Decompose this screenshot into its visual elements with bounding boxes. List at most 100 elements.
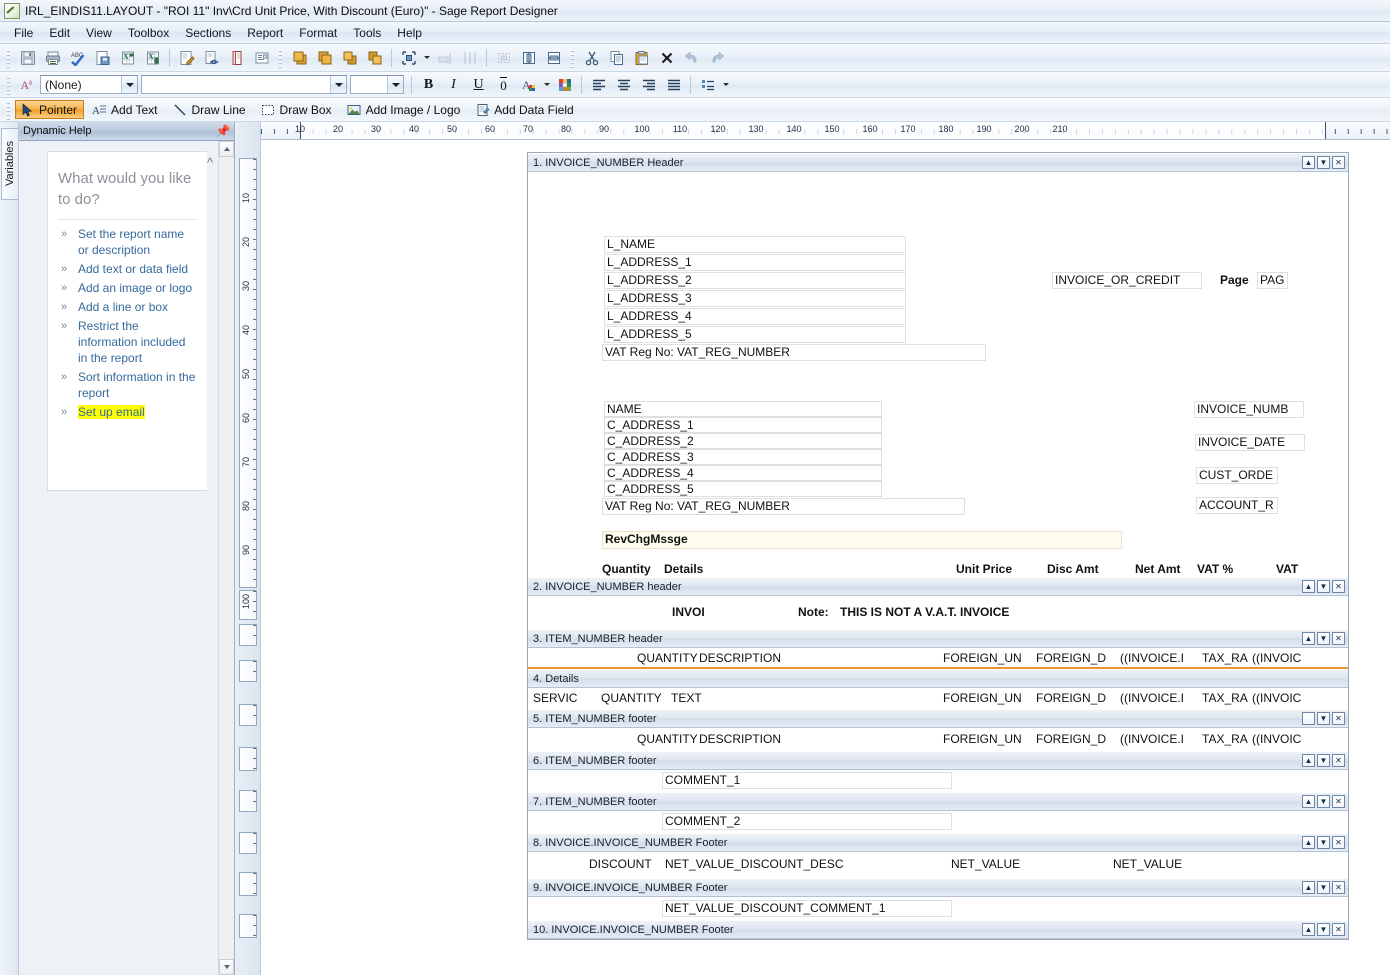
section-10-header[interactable]: 10. INVOICE.INVOICE_NUMBER Footer ▲ ▼ ✕ (528, 920, 1348, 939)
align-button[interactable] (433, 47, 456, 69)
field-c-address-5[interactable]: C_ADDRESS_5 (604, 481, 882, 497)
underline-button[interactable]: U (467, 74, 490, 96)
save-as-button[interactable] (91, 47, 114, 69)
section-1-header[interactable]: 1. INVOICE_NUMBER Header ▲ ▼ ✕ (528, 153, 1348, 172)
field-tax-rate[interactable]: TAX_RA (1199, 650, 1251, 667)
field-tax-rate[interactable]: TAX_RA (1199, 731, 1251, 748)
help-link-label[interactable]: Add text or data field (78, 262, 188, 276)
move-up-button[interactable]: ▲ (1302, 795, 1315, 808)
field-comment-2[interactable]: COMMENT_2 (662, 813, 952, 830)
move-down-button[interactable]: ▼ (1317, 923, 1330, 936)
close-section-button[interactable]: ✕ (1332, 754, 1345, 767)
field-foreign-disc[interactable]: FOREIGN_D (1033, 690, 1113, 707)
field-foreign-unit[interactable]: FOREIGN_UN (940, 731, 1024, 748)
section-2-body[interactable]: INVOI Note: THIS IS NOT A V.A.T. INVOICE (528, 596, 1348, 629)
field-l-name[interactable]: L_NAME (604, 236, 906, 253)
move-up-button[interactable]: ▲ (1302, 923, 1315, 936)
close-section-button[interactable]: ✕ (1332, 923, 1345, 936)
spacing-button[interactable] (458, 47, 481, 69)
fill-color-button[interactable] (553, 74, 576, 96)
font-combo[interactable] (141, 75, 347, 94)
field-l-vat-reg[interactable]: VAT Reg No: VAT_REG_NUMBER (602, 344, 986, 361)
move-down-button[interactable]: ▼ (1317, 754, 1330, 767)
cut-button[interactable] (580, 47, 603, 69)
add-image-tool[interactable]: Add Image / Logo (342, 100, 468, 119)
field-net-value-discount-comment-1[interactable]: NET_VALUE_DISCOUNT_COMMENT_1 (662, 900, 952, 917)
bring-to-front-button[interactable] (288, 47, 311, 69)
section-2-header[interactable]: 2. INVOICE_NUMBER header ▲ ▼ ✕ (528, 577, 1348, 596)
draw-line-tool[interactable]: Draw Line (168, 100, 253, 119)
help-link-label[interactable]: Add a line or box (78, 300, 168, 314)
report-surface[interactable]: 1. INVOICE_NUMBER Header ▲ ▼ ✕ L_NAME L_… (261, 140, 1390, 975)
help-link-item[interactable]: »Add text or data field (58, 261, 197, 277)
close-section-button[interactable]: ✕ (1332, 795, 1345, 808)
draw-box-tool[interactable]: Draw Box (256, 100, 339, 119)
scroll-down-button[interactable] (219, 959, 234, 975)
field-foreign-unit[interactable]: FOREIGN_UN (940, 690, 1024, 707)
align-center-vertical-button[interactable] (517, 47, 540, 69)
pointer-tool[interactable]: Pointer (15, 100, 84, 119)
menu-toolbox[interactable]: Toolbox (120, 24, 177, 42)
close-section-button[interactable]: ✕ (1332, 836, 1345, 849)
toolbar-grip[interactable] (5, 75, 12, 95)
font-color-button[interactable]: A (517, 74, 540, 96)
style-button[interactable]: Aa (16, 74, 39, 96)
delete-button[interactable] (655, 47, 678, 69)
field-l-address-2[interactable]: L_ADDRESS_2 (604, 272, 906, 289)
field-cust-order[interactable]: CUST_ORDE (1196, 467, 1278, 484)
section-4-body[interactable]: SERVIC QUANTITY TEXT FOREIGN_UN FOREIGN_… (528, 688, 1348, 709)
field-c-vat-reg[interactable]: VAT Reg No: VAT_REG_NUMBER (602, 498, 965, 515)
overline-button[interactable]: 0 (492, 74, 515, 96)
field-tax-rate[interactable]: TAX_RA (1199, 690, 1251, 707)
style-combo[interactable]: (None) (40, 75, 138, 94)
help-link-item[interactable]: »Add a line or box (58, 299, 197, 315)
help-link-item[interactable]: »Set the report name or description (58, 226, 197, 258)
field-comment-1[interactable]: COMMENT_1 (662, 772, 952, 789)
move-down-button[interactable]: ▼ (1317, 836, 1330, 849)
field-foreign-disc[interactable]: FOREIGN_D (1033, 650, 1113, 667)
move-up-button[interactable]: ▲ (1302, 580, 1315, 593)
menu-format[interactable]: Format (291, 24, 345, 42)
chevron-down-icon[interactable] (387, 76, 403, 93)
send-backward-button[interactable] (363, 47, 386, 69)
section-9-header[interactable]: 9. INVOICE.INVOICE_NUMBER Footer ▲ ▼ ✕ (528, 878, 1348, 897)
print-preview-button[interactable] (200, 47, 223, 69)
save-button[interactable] (16, 47, 39, 69)
field-quantity[interactable]: QUANTITY (598, 690, 676, 707)
close-section-button[interactable]: ✕ (1332, 580, 1345, 593)
help-link-item[interactable]: »Sort information in the report (58, 369, 197, 401)
toolbar-grip[interactable] (5, 48, 12, 68)
send-to-back-button[interactable] (313, 47, 336, 69)
section-1-body[interactable]: L_NAME L_ADDRESS_1 L_ADDRESS_2 L_ADDRESS… (528, 172, 1348, 577)
move-down-button[interactable]: ▼ (1317, 156, 1330, 169)
toolbar-grip[interactable] (277, 48, 284, 68)
toolbar-grip[interactable] (5, 100, 12, 120)
label-discount[interactable]: DISCOUNT (586, 856, 666, 873)
add-data-field-tool[interactable]: Add Data Field (470, 100, 580, 119)
section-6-body[interactable]: COMMENT_1 (528, 770, 1348, 792)
copy-button[interactable] (605, 47, 628, 69)
align-center-button[interactable] (612, 74, 635, 96)
align-center-horizontal-button[interactable] (542, 47, 565, 69)
section-7-header[interactable]: 7. ITEM_NUMBER footer ▲ ▼ ✕ (528, 792, 1348, 811)
menu-sections[interactable]: Sections (177, 24, 239, 42)
report-properties-button[interactable] (250, 47, 273, 69)
help-link-label[interactable]: Set up email (78, 405, 145, 419)
section-9-body[interactable]: NET_VALUE_DISCOUNT_COMMENT_1 (528, 897, 1348, 920)
help-link-label[interactable]: Sort information in the report (78, 370, 195, 400)
section-3-header[interactable]: 3. ITEM_NUMBER header ▲ ▼ ✕ (528, 629, 1348, 648)
pin-icon[interactable]: 📌 (216, 124, 230, 138)
field-foreign-disc[interactable]: FOREIGN_D (1033, 731, 1113, 748)
help-link-label[interactable]: Restrict the information included in the… (78, 319, 185, 365)
section-3-body[interactable]: QUANTITY DESCRIPTION FOREIGN_UN FOREIGN_… (528, 648, 1348, 669)
field-net-value-discount-desc[interactable]: NET_VALUE_DISCOUNT_DESC (662, 856, 892, 873)
field-invoice-vat-expr[interactable]: ((INVOIC (1249, 690, 1319, 707)
field-invoice-vat-expr[interactable]: ((INVOIC (1249, 650, 1319, 667)
font-size-combo[interactable] (350, 75, 404, 94)
move-down-button[interactable]: ▼ (1317, 795, 1330, 808)
section-8-header[interactable]: 8. INVOICE.INVOICE_NUMBER Footer ▲ ▼ ✕ (528, 833, 1348, 852)
field-c-address-3[interactable]: C_ADDRESS_3 (604, 449, 882, 465)
field-foreign-unit[interactable]: FOREIGN_UN (940, 650, 1024, 667)
field-c-address-1[interactable]: C_ADDRESS_1 (604, 417, 882, 433)
field-invoice-expr[interactable]: ((INVOICE.I (1117, 690, 1197, 707)
